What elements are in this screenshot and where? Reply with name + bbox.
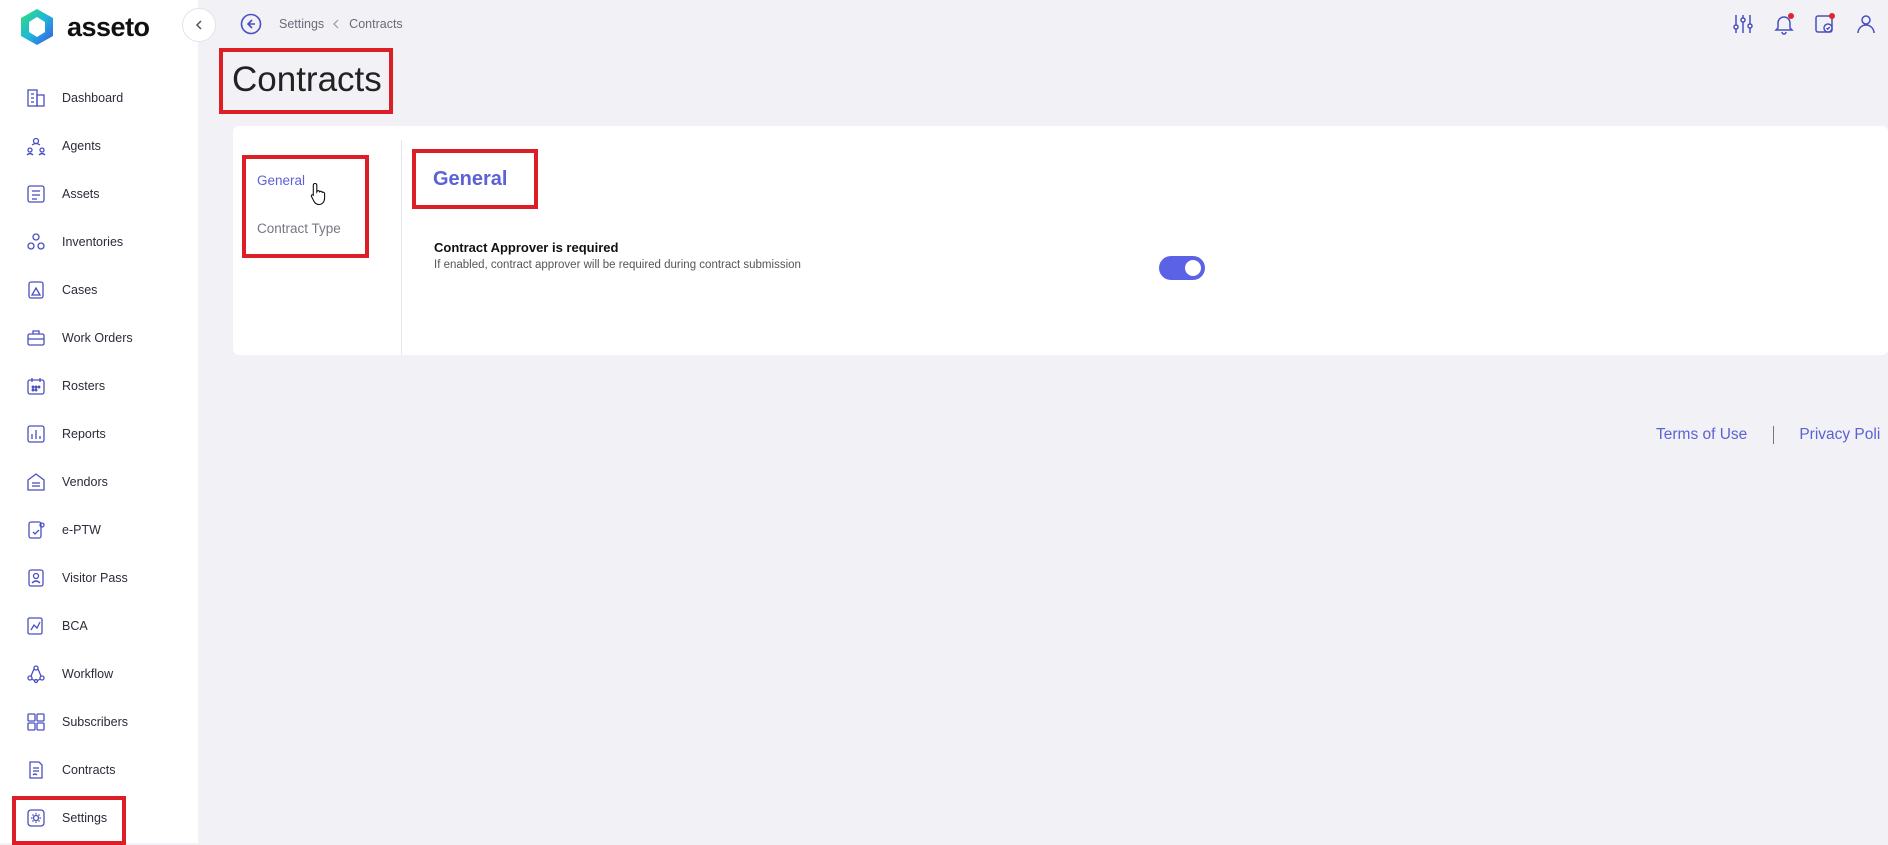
highlight-box (219, 48, 393, 114)
breadcrumb-current: Contracts (349, 17, 403, 31)
rosters-icon (25, 375, 47, 397)
settings-card: General Contract Type General Contract A… (233, 126, 1888, 355)
user-icon[interactable] (1854, 12, 1878, 36)
sidebar-item-vendors[interactable]: Vendors (0, 458, 198, 506)
sidebar-item-label: Assets (62, 187, 100, 201)
reports-icon (25, 423, 47, 445)
sidebar-item-assets[interactable]: Assets (0, 170, 198, 218)
subscribers-icon (25, 711, 47, 733)
privacy-policy-link[interactable]: Privacy Poli (1799, 426, 1880, 444)
asseto-logo-icon (21, 9, 53, 45)
sidebar-item-visitor-pass[interactable]: Visitor Pass (0, 554, 198, 602)
sidebar-nav: Dashboard Agents Assets Inventories Case… (0, 74, 198, 845)
sidebar-item-subscribers[interactable]: Subscribers (0, 698, 198, 746)
sidebar-item-inventories[interactable]: Inventories (0, 218, 198, 266)
breadcrumb-settings[interactable]: Settings (279, 17, 324, 31)
brand-logo[interactable]: asseto (19, 7, 150, 47)
sidebar-item-label: BCA (62, 619, 88, 633)
footer: Terms of Use Privacy Poli (1656, 426, 1880, 444)
contracts-icon (25, 759, 47, 781)
setting-description: If enabled, contract approver will be re… (434, 259, 801, 271)
chevron-left-icon (195, 20, 202, 30)
filters-icon[interactable] (1731, 12, 1755, 36)
top-bar: Settings Contracts (198, 0, 1888, 50)
bell-icon[interactable] (1772, 12, 1796, 36)
sidebar-item-label: Work Orders (62, 331, 133, 345)
work-orders-icon (25, 327, 47, 349)
hand-cursor-icon (310, 182, 326, 206)
sidebar-item-agents[interactable]: Agents (0, 122, 198, 170)
sidebar-item-label: Dashboard (62, 91, 124, 105)
sidebar-item-cases[interactable]: Cases (0, 266, 198, 314)
tasks-icon[interactable] (1813, 12, 1837, 36)
eptw-icon (25, 519, 47, 541)
sidebar-item-label: Contracts (62, 763, 116, 777)
sidebar-item-label: Vendors (62, 475, 108, 489)
highlight-box (242, 155, 369, 258)
sidebar-item-label: Agents (62, 139, 101, 153)
workflow-icon (25, 663, 47, 685)
sidebar-item-label: Workflow (62, 667, 114, 681)
cases-icon (25, 279, 47, 301)
bca-icon (25, 615, 47, 637)
sidebar-item-label: Inventories (62, 235, 124, 249)
footer-divider (1773, 426, 1775, 444)
sidebar-item-bca[interactable]: BCA (0, 602, 198, 650)
agents-icon (25, 135, 47, 157)
sidebar-item-label: Reports (62, 427, 106, 441)
assets-icon (25, 183, 47, 205)
toggle-knob (1185, 260, 1201, 276)
sidebar-item-contracts[interactable]: Contracts (0, 746, 198, 794)
sidebar-item-work-orders[interactable]: Work Orders (0, 314, 198, 362)
chevron-left-icon (333, 19, 339, 29)
visitor-pass-icon (25, 567, 47, 589)
sidebar-item-label: e-PTW (62, 523, 101, 537)
sidebar-item-settings[interactable]: Settings (0, 794, 198, 845)
breadcrumb: Settings Contracts (279, 17, 403, 31)
sidebar-item-eptw[interactable]: e-PTW (0, 506, 198, 554)
highlight-box (412, 149, 538, 209)
sidebar-item-label: Subscribers (62, 715, 128, 729)
card-divider (401, 140, 402, 355)
terms-of-use-link[interactable]: Terms of Use (1656, 426, 1747, 444)
sidebar-item-rosters[interactable]: Rosters (0, 362, 198, 410)
sidebar-item-reports[interactable]: Reports (0, 410, 198, 458)
contract-approver-toggle[interactable] (1159, 256, 1205, 280)
inventories-icon (25, 231, 47, 253)
vendors-icon (25, 471, 47, 493)
brand-name: asseto (67, 11, 150, 42)
collapse-sidebar-button[interactable] (182, 8, 216, 42)
sidebar: asseto Dashboard Agents Assets Inventori… (0, 0, 198, 845)
sidebar-item-label: Cases (62, 283, 98, 297)
top-icons (1731, 12, 1878, 36)
highlight-box (12, 796, 126, 845)
sidebar-item-dashboard[interactable]: Dashboard (0, 74, 198, 122)
back-arrow-icon[interactable] (240, 13, 262, 35)
sidebar-item-label: Visitor Pass (62, 571, 128, 585)
sidebar-item-workflow[interactable]: Workflow (0, 650, 198, 698)
setting-label: Contract Approver is required (434, 240, 619, 255)
notification-dot (1788, 13, 1794, 19)
tasks-dot (1829, 13, 1835, 19)
sidebar-item-label: Rosters (62, 379, 106, 393)
dashboard-icon (25, 87, 47, 109)
